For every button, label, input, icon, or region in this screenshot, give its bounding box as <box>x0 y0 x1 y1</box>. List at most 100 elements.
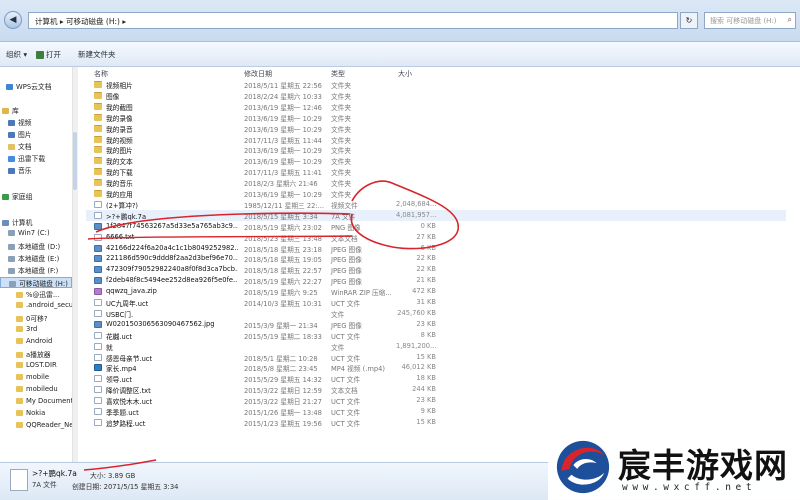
file-size: 18 KB <box>416 374 436 383</box>
address-path-field[interactable]: 计算机 ▸ 可移动磁盘 (H:) ▸ <box>28 12 678 29</box>
file-row[interactable]: 视频相片 2018/5/11 星期五 22:56 文件夹 <box>86 79 786 90</box>
file-row[interactable]: 喜欢悦木木.uct 2015/3/22 星期日 21:27 UCT 文件 23 KB <box>86 395 786 406</box>
sidebar-item-5[interactable]: 迅雷下载 <box>0 153 72 164</box>
file-row[interactable]: USBC门. 文件 245,760 KB <box>86 308 786 319</box>
file-row[interactable]: 花樾.uct 2015/5/19 星期二 18:33 UCT 文件 8 KB <box>86 330 786 341</box>
file-row[interactable]: f2deb48f8c5494ee252d8ea926f5e0fe... 2018/… <box>86 275 786 286</box>
sidebar-item-20[interactable]: LOST.DIR <box>0 361 72 372</box>
file-row[interactable]: >?+鹏qk.7a 2018/5/15 星期五 3:34 7A 文件 4,081,95… <box>86 209 786 221</box>
sidebar-item-22[interactable]: mobiledu <box>0 385 72 396</box>
sidebar-item-3[interactable]: 图片 <box>0 129 72 140</box>
folder-icon <box>16 362 23 368</box>
sidebar-item-label: My Documents <box>26 397 77 405</box>
column-header-type[interactable]: 类型 <box>331 69 345 79</box>
sidebar-item-7[interactable]: 家庭组 <box>0 191 72 202</box>
file-row[interactable]: 追梦路程.uct 2015/1/23 星期五 19:56 UCT 文件 15 KB <box>86 417 786 428</box>
file-row[interactable]: W020150306563090467562.jpg 2015/3/9 星期一 2… <box>86 319 786 330</box>
file-type: 文件夹 <box>331 136 352 145</box>
sidebar-item-19[interactable]: a播放器 <box>0 349 72 360</box>
sidebar-item-18[interactable]: Android <box>0 337 72 348</box>
sidebar-item-6[interactable]: 音乐 <box>0 165 72 176</box>
column-header-date[interactable]: 修改日期 <box>244 69 272 79</box>
file-row[interactable]: 家长.mp4 2018/5/8 星期二 23:45 MP4 视频 (.mp4) 46,… <box>86 362 786 373</box>
file-row[interactable]: 我的截图 2013/6/19 星期一 12:46 文件夹 <box>86 101 786 112</box>
usb-drive-icon <box>9 281 16 287</box>
file-row[interactable]: 感恩母亲节.uct 2018/5/1 星期二 10:28 UCT 文件 15 KB <box>86 352 786 363</box>
file-size: 23 KB <box>416 396 436 405</box>
file-row[interactable]: 6666.txt 2018/5/23 星期三 13:48 文本文档 27 KB <box>86 232 786 243</box>
file-row[interactable]: 42166d224f6a20a4c1c1b8049252982... 2018/5… <box>86 243 786 254</box>
refresh-button[interactable]: ↻ <box>680 12 698 29</box>
open-button[interactable]: 打开 <box>36 49 61 60</box>
sidebar-item-16[interactable]: 0可移? <box>0 313 72 324</box>
file-type: 视频文件 <box>331 201 358 210</box>
file-row[interactable]: UC九周年.uct 2014/10/3 星期五 10:31 UCT 文件 31 KB <box>86 297 786 308</box>
sidebar-item-15[interactable]: .android_secure <box>0 301 77 312</box>
file-date: 2018/5/1 星期二 10:28 <box>244 354 318 363</box>
sidebar-item-0[interactable]: WPS云文档 <box>0 81 72 92</box>
file-row[interactable]: 我的音乐 2018/2/3 星期六 21:46 文件夹 <box>86 177 786 188</box>
nav-scrollbar-thumb[interactable] <box>73 132 77 190</box>
file-row[interactable]: (2+算冲?) 1985/12/11 星期三 22:... 视频文件 2,048,68… <box>86 199 786 210</box>
back-button[interactable]: ◀ <box>4 11 22 29</box>
sidebar-item-1[interactable]: 库 <box>0 105 72 116</box>
file-date: 2013/6/19 星期一 10:29 <box>244 158 322 167</box>
file-name: W020150306563090467562.jpg <box>106 319 215 328</box>
sidebar-item-10[interactable]: 本地磁盘 (D:) <box>0 241 72 252</box>
details-file-type: 7A 文件 <box>32 481 57 489</box>
sidebar-item-label: .android_secure <box>26 301 78 309</box>
file-type: MP4 视频 (.mp4) <box>331 365 386 374</box>
sidebar-item-21[interactable]: mobile <box>0 373 72 384</box>
file-row[interactable]: 我的视频 2017/11/3 星期五 11:44 文件夹 <box>86 134 786 145</box>
sidebar-item-4[interactable]: 文档 <box>0 141 72 152</box>
file-row[interactable]: 图像 2018/2/24 星期六 10:33 文件夹 <box>86 90 786 101</box>
sidebar-item-13[interactable]: 可移动磁盘 (H:) <box>0 277 72 288</box>
sidebar-item-label: Nokia <box>26 409 46 417</box>
file-icon <box>94 418 102 426</box>
nav-scrollbar[interactable] <box>72 67 78 462</box>
sidebar-item-24[interactable]: Nokia <box>0 409 72 420</box>
file-row[interactable]: 221186d590c9ddd8f2aa2d3bef96e70... 2018/5… <box>86 253 786 264</box>
file-size: 8 KB <box>420 330 436 339</box>
image-icon <box>94 244 102 252</box>
command-bar: 组织 ▾ 打开 新建文件夹 <box>0 42 800 67</box>
column-header-size[interactable]: 大小 <box>398 69 412 79</box>
file-size: 46,012 KB <box>401 363 437 372</box>
sidebar-item-12[interactable]: 本地磁盘 (F:) <box>0 265 72 276</box>
file-row[interactable]: 降价调整区.txt 2015/3/22 星期日 12:59 文本文档 244 KB <box>86 384 786 395</box>
file-row[interactable]: 季季题.uct 2015/1/26 星期一 13:48 UCT 文件 9 KB <box>86 406 786 417</box>
sidebar-item-23[interactable]: My Documents <box>0 397 77 408</box>
sidebar-item-11[interactable]: 本地磁盘 (E:) <box>0 253 72 264</box>
file-row[interactable]: 1f2847f74563267a5d33e5a765ab3c9... 2018/5… <box>86 221 786 232</box>
search-input[interactable]: 搜索 可移动磁盘 (H:) ⌕ <box>704 12 796 29</box>
music-icon <box>8 168 15 174</box>
organize-button[interactable]: 组织 ▾ <box>6 49 27 60</box>
sidebar-item-8[interactable]: 计算机 <box>0 217 72 228</box>
sidebar-item-2[interactable]: 视频 <box>0 117 72 128</box>
file-type: 7A 文件 <box>331 212 356 221</box>
file-row[interactable]: 就 文件 1,891,200... <box>86 341 786 352</box>
folder-icon <box>94 102 102 110</box>
file-row[interactable]: 我的录音 2013/6/19 星期一 10:29 文件夹 <box>86 123 786 134</box>
file-row[interactable]: 领导.uct 2015/5/29 星期五 14:32 UCT 文件 18 KB <box>86 373 786 384</box>
file-name: 领导.uct <box>106 376 133 385</box>
file-row[interactable]: 我的录像 2013/6/19 星期一 10:29 文件夹 <box>86 112 786 123</box>
sidebar-item-17[interactable]: 3rd <box>0 325 72 336</box>
file-row[interactable]: 我的下载 2017/11/3 星期五 11:41 文件夹 <box>86 166 786 177</box>
file-type: JPEG 图像 <box>331 321 362 330</box>
file-row[interactable]: 472309f79052982240a8f0f8d3ca7bcb... 2018/… <box>86 264 786 275</box>
file-row[interactable]: 我的文本 2013/6/19 星期一 10:29 文件夹 <box>86 155 786 166</box>
new-folder-button[interactable]: 新建文件夹 <box>78 49 116 60</box>
column-header-name[interactable]: 名称 <box>94 69 108 79</box>
file-row[interactable]: qqwzq_java.zip 2018/5/19 星期六 9:25 WinRAR Z… <box>86 286 786 297</box>
sidebar-item-14[interactable]: %@迅雷... <box>0 289 72 300</box>
sidebar-item-25[interactable]: QQReader_New <box>0 421 77 432</box>
search-icon[interactable]: ⌕ <box>788 15 792 25</box>
file-row[interactable]: 我的图片 2013/6/19 星期一 10:29 文件夹 <box>86 144 786 155</box>
sidebar-item-9[interactable]: Win7 (C:) <box>0 229 72 240</box>
sidebar-item-label: 本地磁盘 (D:) <box>18 243 61 251</box>
file-size: 2,048,684... <box>396 199 437 208</box>
video-icon <box>8 120 15 126</box>
file-name: 1f2847f74563267a5d33e5a765ab3c9... <box>106 221 238 230</box>
file-row[interactable]: 我的应用 2013/6/19 星期一 10:29 文件夹 <box>86 188 786 199</box>
